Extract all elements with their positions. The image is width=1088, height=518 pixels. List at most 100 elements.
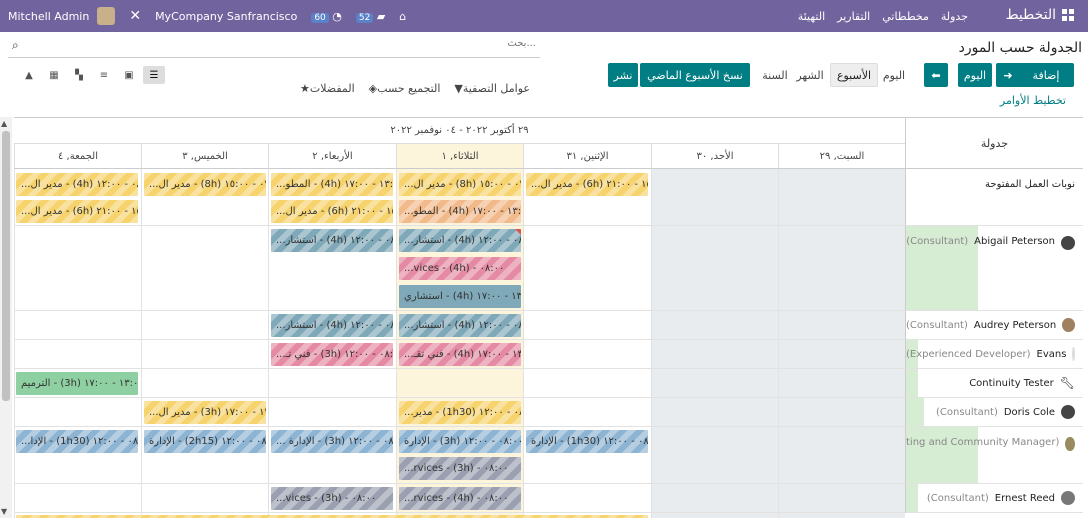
scale-day-button[interactable]: اليوم <box>880 63 908 87</box>
menu-item-schedule[interactable]: جدولة <box>941 10 968 23</box>
shift-pill[interactable]: ٠٨:٠٠ - ١٢:٠٠ (4h) - مدير ال... <box>16 173 138 196</box>
gantt-cell[interactable] <box>523 311 651 340</box>
row-label-evans[interactable]: (Experienced Developer) Evans <box>905 340 1083 369</box>
shift-pill[interactable]: ٠٨:٠٠ - ١٢:٠٠ (3h) - فني تـ... <box>271 343 393 366</box>
shift-pill[interactable]: ١٥:٠٠ - ٢١:٠٠ (6h) - مدير ال... <box>16 200 138 223</box>
row-label-marketing-manager[interactable]: ting and Community Manager) <box>905 427 1083 484</box>
gantt-cell[interactable] <box>778 484 905 513</box>
gantt-cell[interactable] <box>778 369 905 398</box>
scale-month-button[interactable]: الشهر <box>794 63 826 87</box>
company-switcher[interactable]: MyCompany Sanfrancisco <box>155 10 297 23</box>
shift-pill[interactable]: ٠٨:٠٠ - (3h) - vices... <box>271 487 393 510</box>
graph-view-icon[interactable]: ▲ <box>18 66 40 84</box>
user-avatar-icon[interactable] <box>97 7 116 25</box>
menu-item-my-planning[interactable]: مخططاتي <box>882 10 929 23</box>
scale-year-button[interactable]: السنة <box>758 63 792 87</box>
shift-pill[interactable]: ١٣:٠٠ - ١٧:٠٠ (4h) - المطو... <box>399 200 521 223</box>
app-brand[interactable]: التخطيط <box>1006 7 1074 23</box>
group-by-dropdown[interactable]: ◈التجميع حسب <box>369 82 441 95</box>
kanban-view-icon[interactable]: ▚ <box>68 66 90 84</box>
shift-pill[interactable]: ١٥:٠٠ - ٢١:٠٠ (6h) - مدير ال... <box>526 173 648 196</box>
gantt-cell[interactable] <box>14 340 141 369</box>
gantt-cell[interactable] <box>651 484 778 513</box>
gantt-cell[interactable] <box>523 484 651 513</box>
gantt-cell[interactable] <box>268 369 396 398</box>
shift-pill[interactable]: ٠٨:٠٠ - (3h) - rvices... <box>399 457 521 480</box>
scroll-down-icon[interactable]: ▼ <box>1 507 7 516</box>
gantt-cell[interactable] <box>778 340 905 369</box>
shift-pill[interactable]: ١٣:٠٠ - ١٧:٠٠ (4h) - استشاري <box>399 285 521 308</box>
gantt-cell[interactable] <box>778 513 905 518</box>
shift-pill[interactable]: ٠٨:٠٠ - (4h) - vices... <box>399 257 521 280</box>
shift-pill[interactable]: ٠٧:٠٠ - ١٥:٠٠ (8h) - مدير ال... <box>399 173 521 196</box>
shift-pill[interactable]: ١٣:٠٠ - ١٧:٠٠ (4h) - المطو... <box>271 173 393 196</box>
gantt-cell[interactable] <box>523 369 651 398</box>
shift-pill[interactable]: ٠٨:٠٠ - ١٢:٠٠ (3h) - الإدارة ... <box>271 430 393 453</box>
shift-pill[interactable]: ٠٨:٠٠ - ١٢:٠٠ (1h30) - مدير... <box>399 401 521 424</box>
messaging-menu[interactable]: 52 ▰ <box>355 10 385 23</box>
copy-previous-week-button[interactable]: نسخ الأسبوع الماضي <box>640 63 750 87</box>
scroll-up-icon[interactable]: ▲ <box>1 119 7 128</box>
gantt-cell[interactable] <box>651 513 778 518</box>
search-icon[interactable]: ⌕ <box>12 38 19 53</box>
gantt-cell[interactable] <box>778 226 905 311</box>
vertical-scrollbar[interactable]: ▲ ▼ <box>0 117 12 518</box>
gantt-cell[interactable] <box>651 427 778 484</box>
gantt-cell[interactable] <box>778 427 905 484</box>
row-label-ernest-reed[interactable]: (Consultant) Ernest Reed <box>905 484 1083 513</box>
gantt-cell[interactable] <box>778 311 905 340</box>
row-label-open-shifts[interactable]: نوبات العمل المفتوحة <box>905 169 1083 226</box>
gantt-cell[interactable] <box>396 369 523 398</box>
gantt-cell[interactable] <box>141 484 268 513</box>
gantt-cell[interactable] <box>268 398 396 427</box>
gantt-cell[interactable] <box>14 226 141 311</box>
gantt-view-icon[interactable]: ☰ <box>143 66 165 84</box>
gantt-cell[interactable] <box>523 340 651 369</box>
gantt-cell[interactable] <box>14 311 141 340</box>
user-name[interactable]: Mitchell Admin <box>8 10 89 23</box>
shift-pill[interactable]: ٠٨:٠٠ - ١٢:٠٠ (4h) - استشار... <box>399 229 521 252</box>
gantt-cell[interactable] <box>523 398 651 427</box>
activity-menu[interactable]: 60 ◔ <box>311 10 342 23</box>
gantt-cell[interactable] <box>651 398 778 427</box>
gantt-cell[interactable] <box>651 311 778 340</box>
row-label-audrey-peterson[interactable]: (Consultant) Audrey Peterson <box>905 311 1083 340</box>
gantt-cell[interactable] <box>141 226 268 311</box>
shift-pill[interactable]: ٠٨:٠٠ - (4h) - rvices... <box>399 487 521 510</box>
row-label-doris-cole[interactable]: (Consultant) Doris Cole <box>905 398 1083 427</box>
menu-item-reporting[interactable]: التقارير <box>837 10 870 23</box>
shift-pill[interactable]: ٠٧:٠٠ - ١٥:٠٠ (8h) - مدير ال... <box>144 173 266 196</box>
calendar-view-icon[interactable]: ▣ <box>118 66 140 84</box>
publish-button[interactable]: نشر <box>608 63 638 87</box>
today-button[interactable]: اليوم <box>958 63 992 87</box>
menu-item-configuration[interactable]: التهيئة <box>798 10 825 23</box>
plan-orders-link[interactable]: تخطيط الأوامر <box>1000 94 1066 107</box>
add-button[interactable]: إضافة <box>1018 63 1074 87</box>
shift-pill[interactable]: ١٣:٠٠ - ١٧:٠٠ (3h) - مدير ال... <box>144 401 266 424</box>
shift-pill[interactable]: ٠٨:٠٠ - ١٢:٠٠ (4h) - استشار... <box>271 229 393 252</box>
gantt-cell[interactable] <box>141 369 268 398</box>
gantt-cell[interactable] <box>778 169 905 226</box>
gantt-cell[interactable] <box>651 169 778 226</box>
gantt-cell[interactable] <box>14 484 141 513</box>
apps-grid-icon[interactable] <box>1062 9 1074 21</box>
gantt-cell[interactable] <box>651 340 778 369</box>
shift-pill[interactable]: ٠٨:٠٠ - ١٢:٠٠ (1h30) - الإدا... <box>16 430 138 453</box>
search-input[interactable] <box>236 38 536 49</box>
gantt-cell[interactable] <box>523 226 651 311</box>
next-button[interactable]: ➜ <box>996 63 1020 87</box>
gantt-cell[interactable] <box>141 311 268 340</box>
home-menu-icon[interactable]: ⌂ <box>399 10 406 23</box>
scale-week-button[interactable]: الأسبوع <box>830 63 878 87</box>
shift-pill[interactable]: ٠٨:٠٠ - ١٢:٠٠ (2h15) - الإدارة <box>144 430 266 453</box>
gantt-cell[interactable] <box>778 398 905 427</box>
search-bar[interactable]: ⌕ <box>8 36 540 58</box>
shift-pill[interactable]: ٠٨:٠٠ - ١٢:٠٠ (4h) - استشار... <box>271 314 393 337</box>
gantt-cell[interactable] <box>141 340 268 369</box>
row-label-continuity-tester[interactable]: Continuity Tester 🔧︎ <box>905 369 1083 398</box>
gantt-cell[interactable] <box>651 226 778 311</box>
filters-dropdown[interactable]: ▼عوامل التصفية <box>454 82 530 95</box>
shift-pill[interactable]: ٠٨:٠٠ - ١٢:٠٠ (3h) - الإدارة <box>399 430 521 453</box>
prev-button[interactable]: ⬅ <box>924 63 948 87</box>
favorites-dropdown[interactable]: ★المفضلات <box>300 82 355 95</box>
